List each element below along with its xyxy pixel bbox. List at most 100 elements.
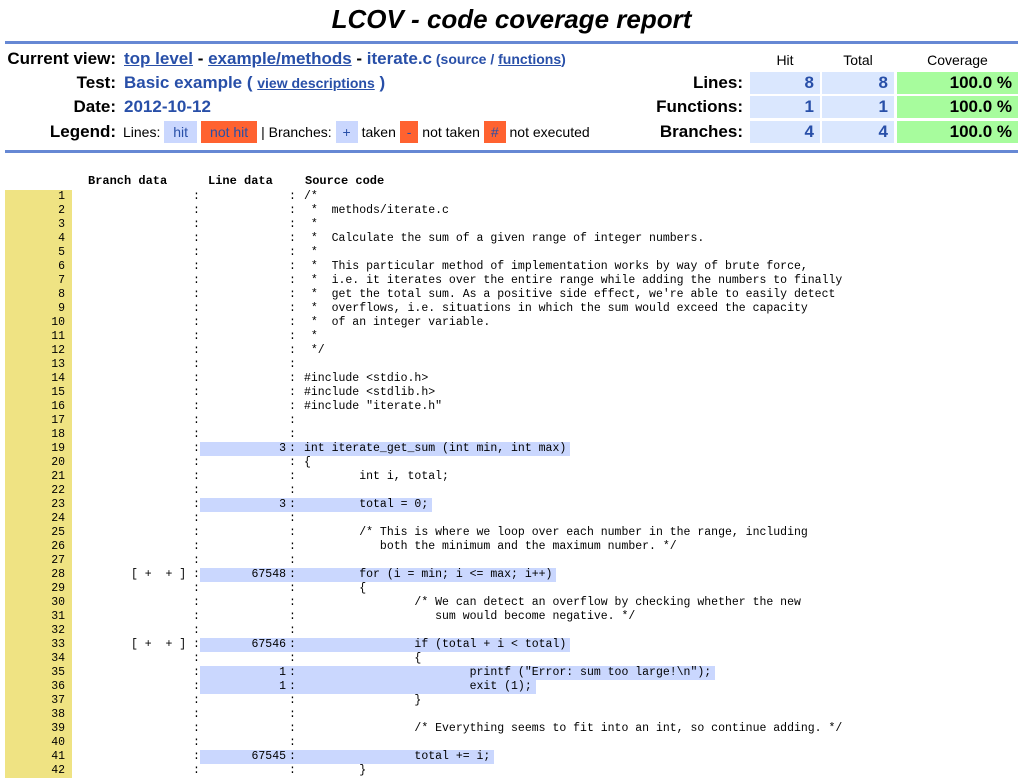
source-line: 22:: — [5, 484, 1023, 498]
view-close-paren: ) — [561, 51, 566, 67]
source-line: 31:: sum would become negative. */ — [5, 610, 1023, 624]
line-number: 1 — [58, 190, 65, 203]
source-text: * i.e. it iterates over the entire range… — [304, 274, 843, 287]
branch-separator: : — [193, 428, 200, 441]
source-line: 21:: int i, total; — [5, 470, 1023, 484]
line-separator: : — [289, 232, 296, 245]
source-text: /* Everything seems to fit into an int, … — [304, 722, 843, 735]
line-separator: : — [289, 386, 296, 399]
line-number: 16 — [51, 400, 65, 413]
line-number: 28 — [51, 568, 65, 581]
line-separator: : — [289, 512, 296, 525]
source-line: 30:: /* We can detect an overflow by che… — [5, 596, 1023, 610]
branch-separator: : — [193, 316, 200, 329]
line-number: 35 — [51, 666, 65, 679]
line-number: 37 — [51, 694, 65, 707]
line-number: 34 — [51, 652, 65, 665]
source-line: 38:: — [5, 708, 1023, 722]
legend-not-taken-label: not taken — [418, 124, 484, 140]
branch-data: [ + + ] — [131, 568, 187, 581]
branch-data-header: Branch data — [88, 174, 168, 188]
source-text: if (total + i < total) — [304, 638, 567, 651]
source-text: int iterate_get_sum (int min, int max) — [304, 442, 567, 455]
line-number: 3 — [58, 218, 65, 231]
line-separator: : — [289, 204, 296, 217]
source-text: { — [304, 582, 367, 595]
line-separator: : — [289, 274, 296, 287]
summary-col-hit: Hit — [776, 52, 794, 68]
breadcrumb-directory-link[interactable]: example/methods — [208, 49, 352, 68]
line-number: 19 — [51, 442, 65, 455]
source-line: 26:: both the minimum and the maximum nu… — [5, 540, 1023, 554]
branch-separator: : — [193, 722, 200, 735]
line-number: 4 — [58, 232, 65, 245]
line-separator: : — [289, 638, 296, 651]
branch-separator: : — [193, 484, 200, 497]
branch-separator: : — [193, 512, 200, 525]
source-line: 11:: * — [5, 330, 1023, 344]
line-separator: : — [289, 246, 296, 259]
branch-separator: : — [193, 666, 200, 679]
legend-branches-label: | Branches: — [257, 124, 336, 140]
line-separator: : — [289, 764, 296, 777]
header-top-rule — [5, 41, 1018, 44]
breadcrumb-top-level-link[interactable]: top level — [124, 49, 193, 68]
source-line: 10:: * of an integer variable. — [5, 316, 1023, 330]
source-line: 23:3: total = 0; — [5, 498, 1023, 512]
line-separator: : — [289, 610, 296, 623]
source-line: 8:: * get the total sum. As a positive s… — [5, 288, 1023, 302]
line-number: 33 — [51, 638, 65, 651]
line-hit-count: 67545 — [251, 750, 286, 763]
source-line: 37:: } — [5, 694, 1023, 708]
test-value: Basic example ( view descriptions ) — [124, 72, 385, 94]
branch-separator: : — [193, 736, 200, 749]
branch-separator: : — [193, 554, 200, 567]
line-separator: : — [289, 596, 296, 609]
line-number: 32 — [51, 624, 65, 637]
test-name: Basic example ( — [124, 73, 258, 92]
line-number: 23 — [51, 498, 65, 511]
source-line: 9:: * overflows, i.e. situations in whic… — [5, 302, 1023, 316]
line-separator: : — [289, 666, 296, 679]
source-text: * overflows, i.e. situations in which th… — [304, 302, 808, 315]
line-separator: : — [289, 316, 296, 329]
functions-link[interactable]: functions — [498, 51, 561, 67]
line-number: 24 — [51, 512, 65, 525]
breadcrumb-separator: - — [351, 49, 367, 68]
line-number: 6 — [58, 260, 65, 273]
source-line: 39:: /* Everything seems to fit into an … — [5, 722, 1023, 736]
line-number: 8 — [58, 288, 65, 301]
source-line: 41:67545: total += i; — [5, 750, 1023, 764]
source-line: 20:: { — [5, 456, 1023, 470]
branch-separator: : — [193, 344, 200, 357]
line-separator: : — [289, 470, 296, 483]
line-separator: : — [289, 260, 296, 273]
source-text: printf ("Error: sum too large!\n"); — [304, 666, 712, 679]
legend-label: Legend: — [49, 122, 116, 141]
branch-separator: : — [193, 372, 200, 385]
branch-separator: : — [193, 204, 200, 217]
branch-separator: : — [193, 414, 200, 427]
source-text: #include <stdlib.h> — [304, 386, 436, 399]
line-number: 20 — [51, 456, 65, 469]
branch-separator: : — [193, 624, 200, 637]
line-number: 12 — [51, 344, 65, 357]
line-separator: : — [289, 652, 296, 665]
view-descriptions-link[interactable]: view descriptions — [257, 75, 374, 91]
branch-separator: : — [193, 498, 200, 511]
legend-not-executed-swatch: # — [483, 121, 506, 143]
line-number: 21 — [51, 470, 65, 483]
branch-separator: : — [193, 260, 200, 273]
line-number: 18 — [51, 428, 65, 441]
legend-not-hit-swatch: not hit — [201, 121, 258, 143]
branch-separator: : — [193, 638, 200, 651]
source-text: /* This is where we loop over each numbe… — [304, 526, 808, 539]
branch-separator: : — [193, 596, 200, 609]
summary-functions-hit: 1 — [750, 96, 820, 118]
summary-lines-coverage: 100.0 % — [897, 72, 1018, 94]
line-separator: : — [289, 288, 296, 301]
line-number: 29 — [51, 582, 65, 595]
branch-separator: : — [193, 526, 200, 539]
source-line: 2:: * methods/iterate.c — [5, 204, 1023, 218]
line-number: 11 — [51, 330, 65, 343]
